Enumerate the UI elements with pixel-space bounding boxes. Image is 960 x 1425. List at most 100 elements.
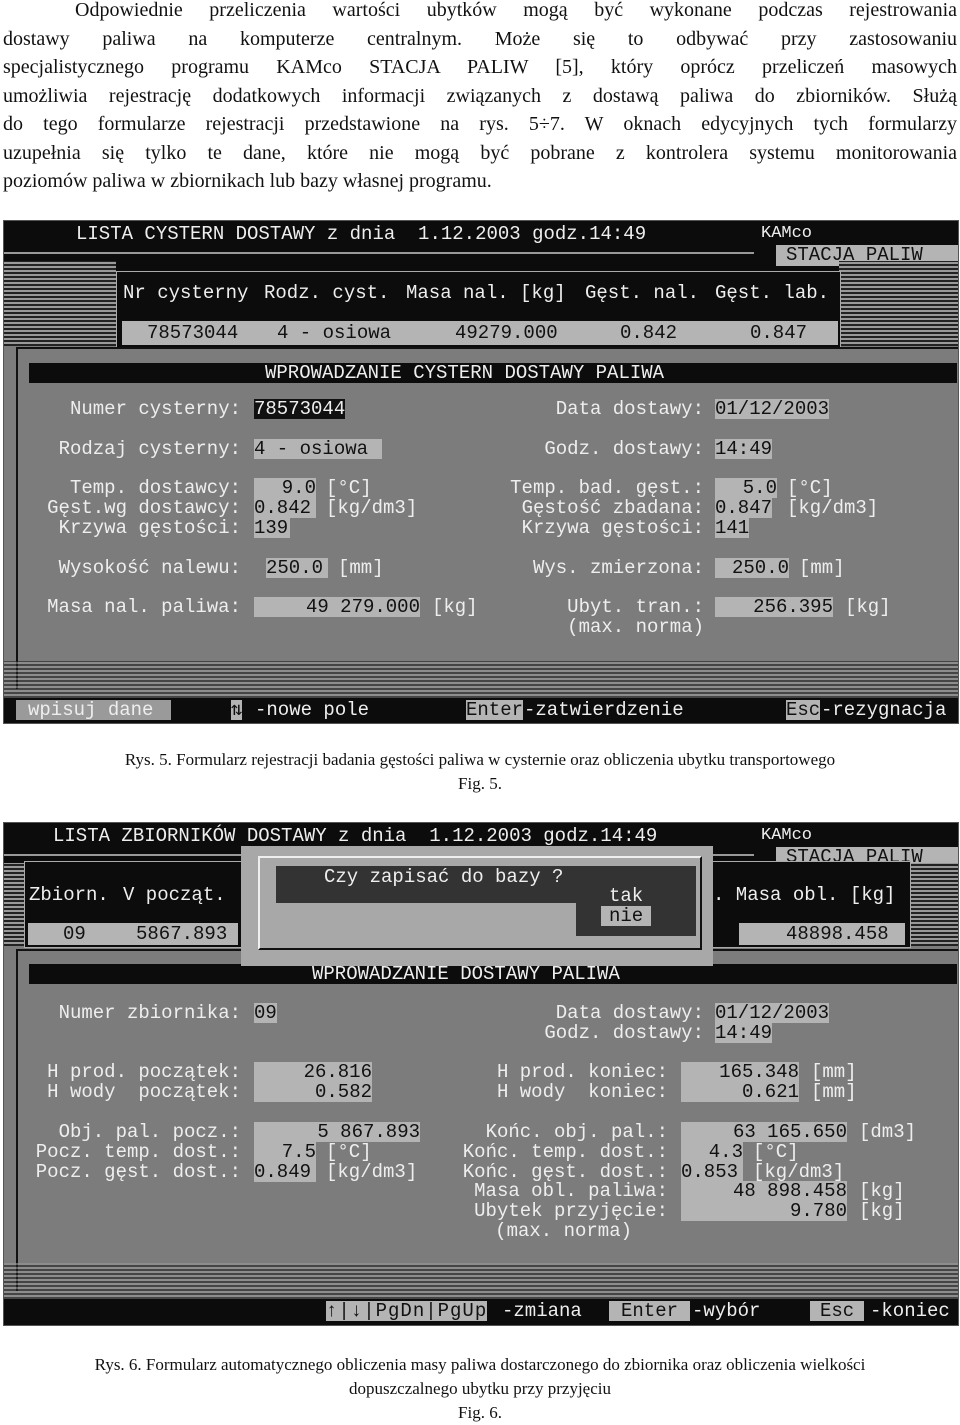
unit: [kg] — [432, 596, 478, 618]
start-volume[interactable]: 5 867.893 — [254, 1122, 420, 1142]
enter-key[interactable]: Enter — [466, 700, 524, 720]
table-cell: 09 — [63, 923, 86, 945]
field-label: Krzywa gęstości: — [521, 517, 704, 539]
start-density[interactable]: 0.849 — [254, 1162, 316, 1182]
field-label: H prod. koniec: — [496, 1061, 668, 1083]
water-height-end[interactable]: 0.621 — [681, 1082, 799, 1102]
test-temp-input[interactable]: 5.0 — [715, 478, 777, 498]
unit: [mm] — [811, 1061, 857, 1083]
water-height-start[interactable]: 0.582 — [254, 1082, 372, 1102]
divider — [4, 252, 754, 254]
field-label: Końc. obj. pal.: — [485, 1121, 668, 1143]
end-density[interactable]: 0.853 — [681, 1162, 743, 1182]
delivery-time-input[interactable]: 14:49 — [715, 439, 773, 459]
paragraph-line: specjalistycznego programu KAMco STACJA … — [3, 56, 957, 78]
enter-key[interactable]: Enter — [609, 1301, 691, 1321]
column-header: Gęst. nal. — [585, 282, 700, 304]
form-title: WPROWADZANIE DOSTAWY PALIWA — [312, 963, 620, 985]
column-header: Gęst. lab. — [715, 282, 830, 304]
figure-caption: Rys. 5. Formularz rejestracji badania gę… — [124, 750, 836, 769]
dialog-question: Czy zapisać do bazy ? — [324, 866, 564, 888]
table-cell: 78573044 — [147, 322, 239, 344]
paragraph-line: Odpowiednie przeliczenia wartości ubytkó… — [75, 0, 957, 21]
field-label: Końc. temp. dost.: — [462, 1141, 668, 1163]
list-title: LISTA CYSTERN DOSTAWY z dnia 1.12.2003 g… — [76, 223, 647, 245]
field-label: Temp. dostawcy: — [69, 477, 241, 499]
end-volume[interactable]: 63 165.650 — [681, 1122, 847, 1142]
delivery-date-input[interactable]: 01/12/2003 — [715, 1003, 830, 1023]
hatch-right — [839, 261, 958, 346]
table-cell: 0.842 — [620, 322, 678, 344]
field-label: Gęst.wg dostawcy: — [47, 497, 241, 519]
measured-height-input[interactable]: 250.0 — [715, 558, 789, 578]
esc-key[interactable]: Esc — [786, 700, 821, 720]
fill-height-input[interactable]: 250.0 — [266, 558, 328, 578]
end-temp[interactable]: 4.3 — [681, 1142, 743, 1162]
field-label: Numer zbiornika: — [58, 1002, 241, 1024]
mode-indicator: wpisuj dane — [16, 700, 171, 720]
product-height-start[interactable]: 26.816 — [254, 1062, 372, 1082]
delivery-date-input[interactable]: 01/12/2003 — [715, 399, 830, 419]
field-label: Numer cysterny: — [69, 398, 241, 420]
key-hint: -zmiana — [502, 1300, 582, 1322]
brand-name: KAMco — [761, 224, 813, 243]
field-label: Obj. pal. pocz.: — [58, 1121, 241, 1143]
column-header: . Masa obl. [kg] — [713, 884, 896, 906]
unit: [kg] — [859, 1200, 905, 1222]
field-label: Rodzaj cysterny: — [58, 438, 241, 460]
key-hint: -nowe pole — [255, 699, 370, 721]
no-option[interactable]: nie — [601, 906, 652, 926]
form-panel — [16, 949, 958, 1291]
table-cell: 5867.893 — [136, 923, 228, 945]
key-hint: -wybór — [692, 1300, 761, 1322]
figure-label: Fig. 5. — [458, 774, 502, 793]
field-label: Wysokość nalewu: — [58, 557, 241, 579]
hatch-left — [4, 863, 24, 946]
receipt-loss: 9.780 — [681, 1201, 847, 1221]
tanker-delivery-screen: LISTA CYSTERN DOSTAWY z dnia 1.12.2003 g… — [3, 220, 959, 724]
unit: [kg] — [845, 596, 891, 618]
field-label: Data dostawy: — [555, 1002, 704, 1024]
density-curve-input[interactable]: 139 — [254, 518, 290, 538]
density-curve-input[interactable]: 141 — [715, 518, 750, 538]
figure-label: Fig. 6. — [458, 1403, 502, 1422]
field-label: Końc. gęst. dost.: — [462, 1161, 668, 1183]
tank-number-input[interactable]: 09 — [254, 1003, 277, 1023]
start-temp[interactable]: 7.5 — [254, 1142, 316, 1162]
tested-density-input[interactable]: 0.847 — [715, 498, 773, 518]
tank-delivery-screen: LISTA ZBIORNIKÓW DOSTAWY z dnia 1.12.200… — [3, 822, 959, 1326]
arrows-key[interactable]: ⇅ — [231, 700, 243, 720]
paragraph-line: umożliwia rejestrację dodatkowych inform… — [3, 84, 957, 107]
field-label: H wody początek: — [47, 1081, 241, 1103]
supplier-density-input[interactable]: 0.842 — [254, 498, 316, 518]
navigation-keys[interactable]: ↑|↓|PgDn|PgUp — [326, 1301, 488, 1321]
product-height-end[interactable]: 165.348 — [681, 1062, 799, 1082]
unit: [°C] — [326, 477, 372, 499]
supplier-temp-input[interactable]: 9.0 — [254, 478, 316, 498]
field-label: Ubytek przyjęcie: — [474, 1200, 668, 1222]
yes-option[interactable]: tak — [609, 886, 643, 906]
field-label: Godz. dostawy: — [544, 1022, 704, 1044]
transport-loss-value: 256.395 — [715, 597, 833, 617]
field-label: Ubyt. tran.: — [567, 596, 704, 618]
unit: [°C] — [326, 1141, 372, 1163]
field-label: Data dostawy: — [555, 398, 704, 420]
column-header: Nr cysterny — [123, 282, 249, 304]
tanker-number-input[interactable]: 78573044 — [254, 399, 346, 419]
unit: [mm] — [338, 557, 384, 579]
field-label: Wys. zmierzona: — [532, 557, 704, 579]
tanker-type-input[interactable]: 4 - osiowa — [254, 439, 382, 459]
fill-mass-input[interactable]: 49 279.000 — [254, 597, 420, 617]
delivery-time-input[interactable]: 14:49 — [715, 1023, 773, 1043]
field-label: Temp. bad. gęst.: — [510, 477, 704, 499]
field-label: Masa obl. paliwa: — [474, 1180, 668, 1202]
key-hint: -koniec — [870, 1300, 950, 1322]
column-header: Rodz. cyst. — [264, 282, 390, 304]
unit: [kg/dm3] — [326, 1161, 418, 1183]
unit: [kg] — [859, 1180, 905, 1202]
esc-key[interactable]: Esc — [810, 1301, 865, 1321]
computed-mass: 48 898.458 — [681, 1181, 847, 1201]
unit: [kg/dm3] — [753, 1161, 845, 1183]
unit: [mm] — [811, 1081, 857, 1103]
paragraph-line: poziomów paliwa w zbiornikach lub bazy w… — [3, 170, 492, 192]
